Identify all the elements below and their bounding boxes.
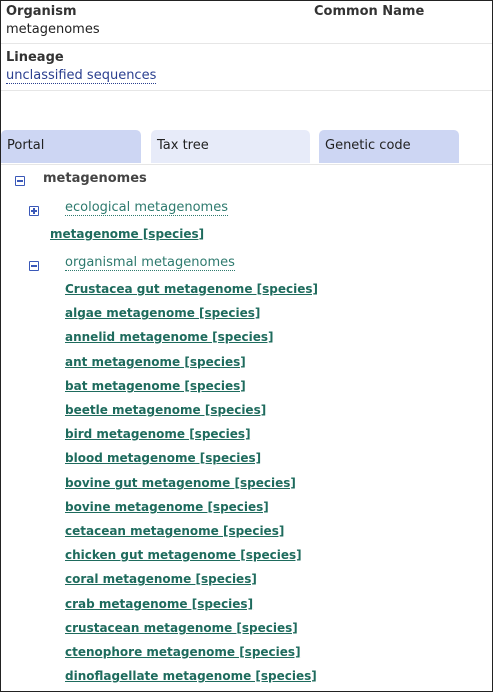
species-link[interactable]: bird metagenome [species]: [65, 427, 251, 441]
organismal-metagenomes-link[interactable]: organismal metagenomes: [65, 256, 235, 271]
species-link[interactable]: ant metagenome [species]: [65, 355, 246, 369]
species-link[interactable]: cetacean metagenome [species]: [65, 524, 284, 538]
species-link[interactable]: Crustacea gut metagenome [species]: [65, 282, 318, 296]
tab-genetic-code[interactable]: Genetic code: [319, 130, 459, 163]
species-link[interactable]: dinoflagellate metagenome [species]: [65, 669, 317, 683]
tab-bar: Portal Tax tree Genetic code: [1, 130, 492, 165]
species-link[interactable]: algae metagenome [species]: [65, 306, 260, 320]
species-link[interactable]: bat metagenome [species]: [65, 379, 246, 393]
ecological-metagenomes-link[interactable]: ecological metagenomes: [65, 201, 228, 216]
species-link[interactable]: crustacean metagenome [species]: [65, 621, 298, 635]
organism-row: Organism metagenomes Common Name: [1, 1, 492, 44]
species-link[interactable]: blood metagenome [species]: [65, 451, 261, 465]
collapse-icon[interactable]: [15, 176, 25, 186]
tab-tax-tree[interactable]: Tax tree: [151, 130, 310, 163]
tab-portal[interactable]: Portal: [1, 130, 141, 163]
collapse-icon[interactable]: [29, 261, 39, 271]
species-link[interactable]: bovine metagenome [species]: [65, 500, 269, 514]
species-link[interactable]: annelid metagenome [species]: [65, 330, 273, 344]
organism-label: Organism: [6, 4, 77, 19]
taxonomy-panel: Organism metagenomes Common Name Lineage…: [0, 0, 493, 692]
metagenome-species-link[interactable]: metagenome [species]: [50, 227, 204, 241]
organism-value: metagenomes: [6, 22, 100, 37]
lineage-link[interactable]: unclassified sequences: [6, 69, 157, 84]
species-link[interactable]: chicken gut metagenome [species]: [65, 548, 302, 562]
species-link[interactable]: coral metagenome [species]: [65, 572, 257, 586]
expand-icon[interactable]: [29, 206, 39, 216]
species-link[interactable]: ctenophore metagenome [species]: [65, 645, 301, 659]
species-link[interactable]: bovine gut metagenome [species]: [65, 476, 296, 490]
lineage-row: Lineage unclassified sequences: [1, 44, 492, 91]
common-name-label: Common Name: [314, 4, 425, 19]
tree-root-label: metagenomes: [43, 171, 147, 186]
species-link[interactable]: crab metagenome [species]: [65, 597, 253, 611]
species-link[interactable]: beetle metagenome [species]: [65, 403, 266, 417]
lineage-label: Lineage: [6, 50, 64, 65]
